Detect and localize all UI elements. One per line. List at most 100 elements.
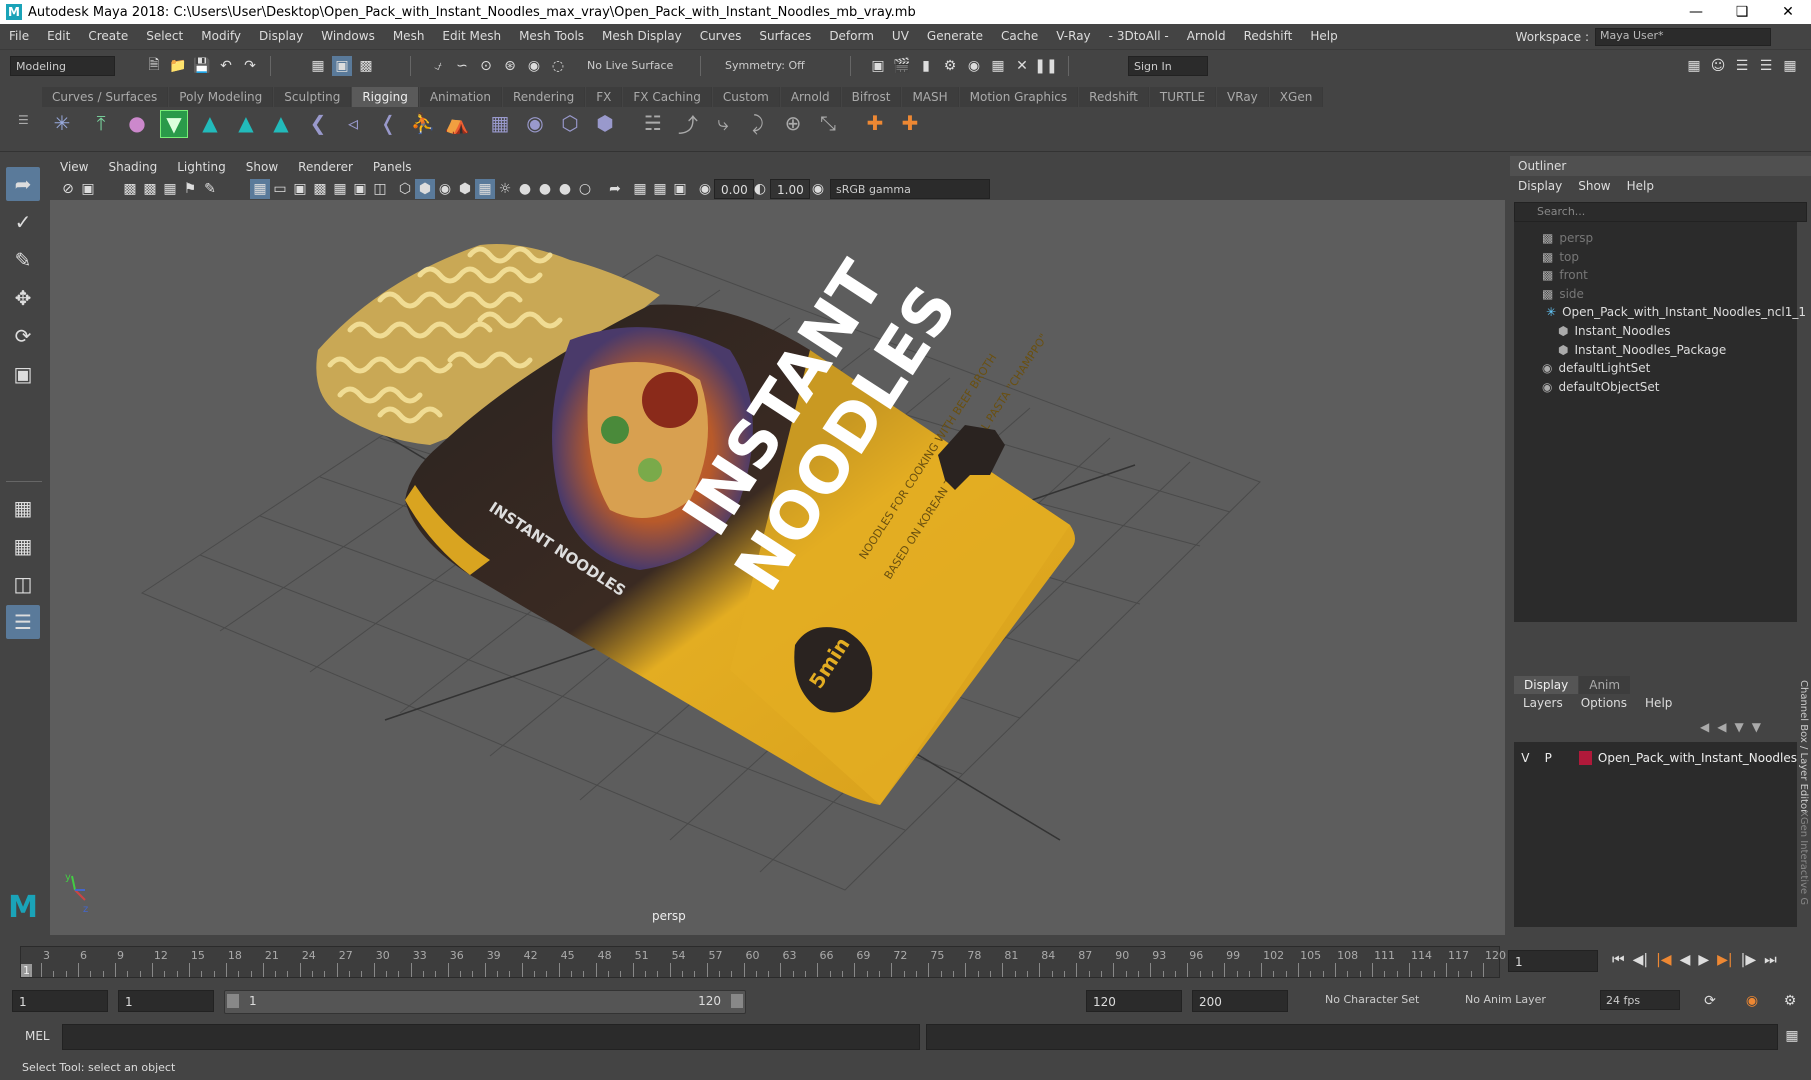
ik-handle-icon[interactable]: ⤒ bbox=[88, 110, 114, 136]
layer-tab-display[interactable]: Display bbox=[1514, 676, 1579, 694]
current-frame-field[interactable]: 1 bbox=[1508, 950, 1598, 972]
time-ruler[interactable]: 1 3 6 9 12 15 18 21 24 27 30 33 36 39 42 45 48 51 54 57 60 6… bbox=[20, 946, 1506, 978]
safe-title-icon[interactable]: ◫ bbox=[370, 179, 390, 199]
camera-select-icon[interactable]: ⊘ bbox=[58, 179, 78, 199]
outliner-item[interactable]: ◉ defaultObjectSet bbox=[1542, 377, 1660, 397]
snap-live-icon[interactable]: ◌ bbox=[548, 56, 568, 76]
layer-color-swatch[interactable] bbox=[1578, 751, 1592, 765]
cluster-icon[interactable]: ◉ bbox=[522, 110, 548, 136]
rotate-tool-icon[interactable]: ⟳ bbox=[6, 319, 40, 353]
layer-menu-help[interactable]: Help bbox=[1636, 696, 1681, 710]
outliner-search-input[interactable]: Search... bbox=[1514, 202, 1807, 222]
menu-modify[interactable]: Modify bbox=[192, 29, 250, 43]
outliner-item[interactable]: ✳ Open_Pack_with_Instant_Noodles_ncl1_1 bbox=[1546, 302, 1806, 322]
resolution-gate-icon[interactable]: ▣ bbox=[290, 179, 310, 199]
viewport-persp[interactable]: INSTANT NOODLES INSTANT NOODLES NOODLES … bbox=[50, 200, 1505, 935]
blend-shape-icon[interactable]: ⬢ bbox=[592, 110, 618, 136]
step-back-frame-icon[interactable]: |◀ bbox=[1656, 952, 1671, 968]
select-object-icon[interactable]: ▣ bbox=[332, 56, 352, 76]
mel-label[interactable]: MEL bbox=[25, 1029, 50, 1043]
shelf-tab-vray[interactable]: VRay bbox=[1217, 87, 1269, 107]
new-layer-selected-icon[interactable]: ▼ bbox=[1752, 720, 1761, 734]
color-space-dropdown[interactable]: sRGB gamma bbox=[830, 179, 990, 199]
four-pane-layout-icon[interactable]: ▦ bbox=[6, 529, 40, 563]
tangent-constraint-icon[interactable]: ⊕ bbox=[780, 110, 806, 136]
shelf-tab-poly-modeling[interactable]: Poly Modeling bbox=[169, 87, 274, 107]
shelf-tab-xgen[interactable]: XGen bbox=[1269, 87, 1324, 107]
mode-dropdown[interactable]: Modeling bbox=[10, 56, 115, 76]
character-controls-icon[interactable]: ☺ bbox=[1708, 56, 1728, 76]
snap-point-icon[interactable]: ⊙ bbox=[476, 56, 496, 76]
sign-in-button[interactable]: Sign In bbox=[1128, 56, 1208, 76]
go-to-start-icon[interactable]: ⏮ bbox=[1612, 952, 1625, 968]
menu-surfaces[interactable]: Surfaces bbox=[750, 29, 820, 43]
move-layer-down-icon[interactable]: ◀ bbox=[1717, 720, 1726, 734]
viewport-menu-lighting[interactable]: Lighting bbox=[167, 160, 236, 174]
viewport-menu-show[interactable]: Show bbox=[236, 160, 288, 174]
select-component-icon[interactable]: ▩ bbox=[356, 56, 376, 76]
safe-action-icon[interactable]: ▣ bbox=[350, 179, 370, 199]
outliner-item[interactable]: ⬢ Instant_Noodles bbox=[1558, 321, 1671, 341]
shadows-icon[interactable]: ● bbox=[515, 179, 535, 199]
time-slider[interactable]: 1 3 6 9 12 15 18 21 24 27 30 33 36 39 42 45 48 51 54 57 60 6… bbox=[0, 940, 1811, 982]
outliner-menu-show[interactable]: Show bbox=[1570, 179, 1618, 193]
menu-edit-mesh[interactable]: Edit Mesh bbox=[433, 29, 510, 43]
quick-rig-icon[interactable]: ▲ bbox=[197, 110, 223, 136]
loop-icon[interactable]: ⟳ bbox=[1700, 991, 1720, 1011]
paint-select-tool-icon[interactable]: ✎ bbox=[6, 243, 40, 277]
menu-select[interactable]: Select bbox=[137, 29, 192, 43]
lights-icon[interactable]: ☼ bbox=[495, 179, 515, 199]
playback-end-field[interactable]: 120 bbox=[1086, 990, 1182, 1012]
outliner-item[interactable]: ▩ front bbox=[1542, 265, 1588, 285]
layer-tab-anim[interactable]: Anim bbox=[1579, 676, 1631, 694]
menu-uv[interactable]: UV bbox=[883, 29, 918, 43]
smooth-skin-icon[interactable]: ▼ bbox=[160, 110, 188, 138]
layer-name[interactable]: Open_Pack_with_Instant_Noodles bbox=[1598, 751, 1797, 765]
layer-menu-options[interactable]: Options bbox=[1572, 696, 1636, 710]
lattice-icon[interactable]: ▦ bbox=[487, 110, 513, 136]
menu-arnold[interactable]: Arnold bbox=[1178, 29, 1235, 43]
attribute-editor-icon[interactable]: ☰ bbox=[1732, 56, 1752, 76]
snap-surface-icon[interactable]: ◉ bbox=[524, 56, 544, 76]
anti-aliasing-icon[interactable]: ○ bbox=[575, 179, 595, 199]
isolate-select-icon[interactable]: ➦ bbox=[605, 179, 625, 199]
auto-key-icon[interactable]: ◉ bbox=[1742, 991, 1762, 1011]
new-scene-icon[interactable]: 🗎 bbox=[144, 56, 164, 76]
wireframe-icon[interactable]: ⬡ bbox=[395, 179, 415, 199]
snap-curve-icon[interactable]: ∽ bbox=[452, 56, 472, 76]
normal-constraint-icon[interactable]: ⤸ bbox=[745, 110, 771, 136]
new-layer-icon[interactable]: ▼ bbox=[1734, 720, 1743, 734]
bind-skin-icon[interactable]: ● bbox=[124, 110, 150, 136]
screen-space-ao-icon[interactable]: ● bbox=[535, 179, 555, 199]
image-plane-icon[interactable]: ▦ bbox=[160, 179, 180, 199]
render-stop-icon[interactable]: ✕ bbox=[1012, 56, 1032, 76]
outliner-item[interactable]: ◉ defaultLightSet bbox=[1542, 358, 1650, 378]
current-time-indicator[interactable]: 1 bbox=[21, 964, 32, 977]
shelf-tab-rendering[interactable]: Rendering bbox=[503, 87, 586, 107]
shelf-tab-animation[interactable]: Animation bbox=[419, 87, 502, 107]
menu-create[interactable]: Create bbox=[79, 29, 137, 43]
step-back-key-icon[interactable]: ◀| bbox=[1633, 952, 1648, 968]
grease-pencil-icon[interactable]: ✎ bbox=[200, 179, 220, 199]
shelf-menu-icon[interactable]: ☰ bbox=[18, 113, 29, 127]
go-to-end-icon[interactable]: ⏭ bbox=[1764, 952, 1777, 968]
shelf-tab-fx-caching[interactable]: FX Caching bbox=[623, 87, 712, 107]
point-constraint-icon[interactable]: ☵ bbox=[640, 110, 666, 136]
layer-menu-layers[interactable]: Layers bbox=[1514, 696, 1572, 710]
xray-joints-icon[interactable]: ▦ bbox=[650, 179, 670, 199]
shelf-tab-fx[interactable]: FX bbox=[586, 87, 623, 107]
viewport-menu-view[interactable]: View bbox=[50, 160, 98, 174]
menu-mesh-display[interactable]: Mesh Display bbox=[593, 29, 691, 43]
outliner-item[interactable]: ▩ persp bbox=[1542, 228, 1593, 248]
anim-layer-dropdown[interactable]: No Anim Layer bbox=[1460, 990, 1570, 1010]
snap-grid-icon[interactable]: ⍻ bbox=[428, 56, 448, 76]
channel-box-icon[interactable]: ▦ bbox=[1780, 56, 1800, 76]
shelf-tab-sculpting[interactable]: Sculpting bbox=[274, 87, 352, 107]
menu-windows[interactable]: Windows bbox=[312, 29, 384, 43]
textured-icon[interactable]: ▦ bbox=[475, 179, 495, 199]
outliner-item[interactable]: ⬢ Instant_Noodles_Package bbox=[1558, 340, 1726, 360]
bookmark-icon[interactable]: ▩ bbox=[140, 179, 160, 199]
menu-display[interactable]: Display bbox=[250, 29, 312, 43]
menu-mesh[interactable]: Mesh bbox=[384, 29, 434, 43]
mel-input[interactable] bbox=[62, 1024, 920, 1050]
